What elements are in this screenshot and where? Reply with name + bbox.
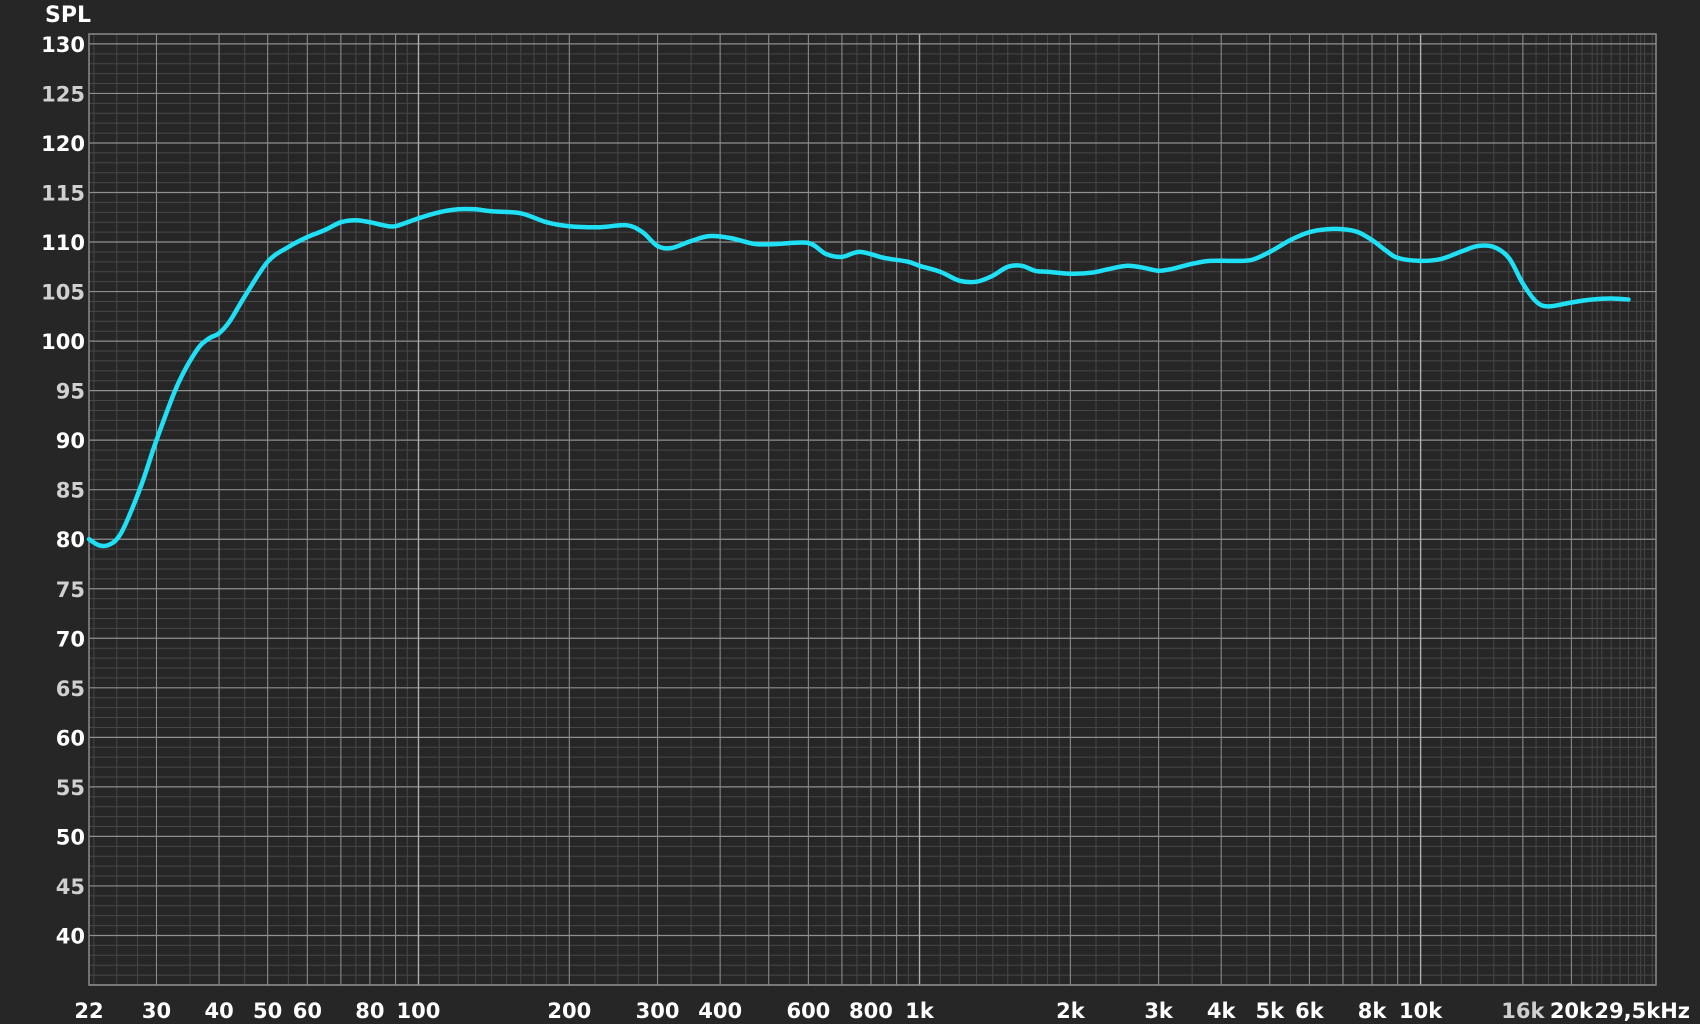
x-axis-tick-labels: 22 30 40 50 60 80 100 200 300 400 600 800 1k 2k 3k 4k 5k…: [74, 999, 1690, 1023]
x-tick-label: 100: [397, 999, 441, 1023]
y-axis-label: SPL: [45, 3, 91, 28]
y-tick-label: 120: [41, 132, 85, 156]
y-tick-label: 105: [41, 281, 85, 305]
x-tick-label: 30: [142, 999, 171, 1023]
y-tick-label: 125: [41, 82, 85, 106]
y-tick-label: 90: [56, 429, 85, 453]
y-tick-label: 85: [56, 479, 85, 503]
x-tick-label: 29,5kHz: [1594, 999, 1690, 1023]
x-tick-label: 400: [698, 999, 742, 1023]
y-tick-label: 55: [56, 776, 85, 800]
y-tick-label: 70: [56, 627, 85, 651]
x-tick-label: 8k: [1358, 999, 1388, 1023]
y-tick-label: 130: [41, 33, 85, 57]
frequency-response-chart: 130 125 120 115 110 105 100 95 90 85 80 75 70 65 60 55 5…: [41, 3, 1690, 1023]
x-tick-label: 40: [204, 999, 233, 1023]
x-tick-label: 2k: [1056, 999, 1086, 1023]
y-tick-label: 40: [56, 924, 85, 948]
x-tick-label: 6k: [1295, 999, 1325, 1023]
x-tick-label: 200: [547, 999, 591, 1023]
y-tick-label: 95: [56, 380, 85, 404]
y-tick-label: 60: [56, 726, 85, 750]
y-tick-label: 45: [56, 875, 85, 899]
x-tick-label: 300: [636, 999, 680, 1023]
x-tick-label: 4k: [1207, 999, 1237, 1023]
x-tick-label: 10k: [1399, 999, 1443, 1023]
x-tick-label: 800: [849, 999, 893, 1023]
x-tick-label: 1k: [905, 999, 935, 1023]
x-tick-label: 16k: [1501, 999, 1545, 1023]
y-tick-label: 80: [56, 528, 85, 552]
x-tick-label: 5k: [1255, 999, 1285, 1023]
x-tick-label: 20k: [1550, 999, 1594, 1023]
y-tick-label: 75: [56, 578, 85, 602]
y-tick-label: 110: [41, 231, 85, 255]
y-tick-label: 50: [56, 825, 85, 849]
y-axis-tick-labels: 130 125 120 115 110 105 100 95 90 85 80 75 70 65 60 55 5…: [41, 33, 85, 949]
x-tick-label: 60: [293, 999, 322, 1023]
x-tick-label: 600: [786, 999, 830, 1023]
x-tick-label: 22: [74, 999, 103, 1023]
y-tick-label: 65: [56, 677, 85, 701]
x-tick-label: 50: [253, 999, 282, 1023]
y-tick-label: 115: [41, 182, 85, 206]
y-tick-label: 100: [41, 330, 85, 354]
x-tick-label: 80: [355, 999, 384, 1023]
x-tick-label: 3k: [1144, 999, 1174, 1023]
